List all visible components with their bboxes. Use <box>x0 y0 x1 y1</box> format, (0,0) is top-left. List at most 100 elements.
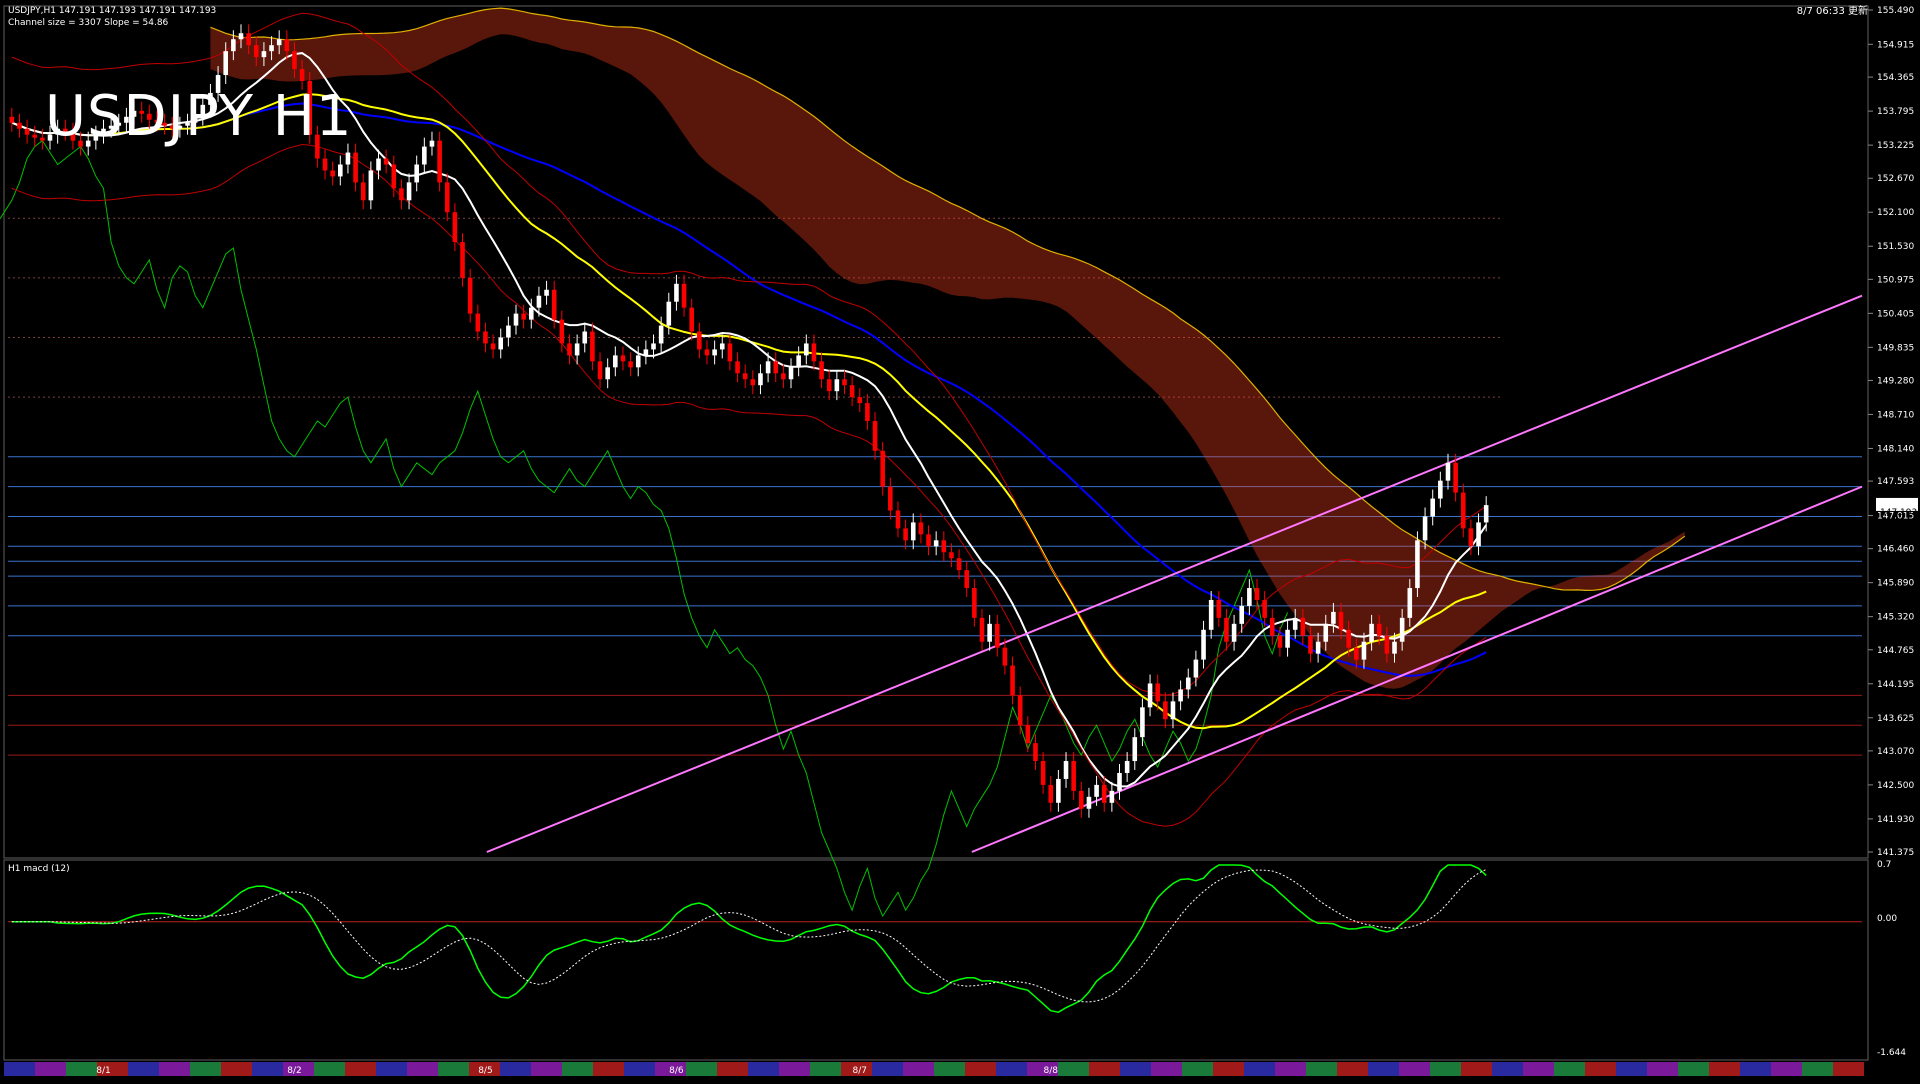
candle-body <box>910 522 916 541</box>
y-tick-label: 154.365 <box>1877 73 1914 83</box>
candle-body <box>651 343 656 350</box>
candle-body <box>605 367 610 380</box>
time-bar-segment <box>717 1062 748 1076</box>
y-tick-label: 144.765 <box>1877 646 1914 656</box>
candle-body <box>834 379 840 392</box>
candle-body <box>1407 588 1413 618</box>
candle-body <box>483 331 488 344</box>
candle-body <box>1323 623 1329 642</box>
candle-body <box>1117 772 1122 791</box>
candle-body <box>376 158 381 171</box>
candle-body <box>681 283 687 308</box>
candle-body <box>719 343 725 350</box>
candle-body <box>1415 540 1420 589</box>
y-tick-label: 153.225 <box>1877 141 1914 151</box>
candle-body <box>765 361 771 374</box>
time-bar-segment <box>1213 1062 1244 1076</box>
time-bar-segment <box>965 1062 996 1076</box>
time-bar-segment <box>1771 1062 1802 1076</box>
candle-body <box>1247 588 1252 606</box>
candle-body <box>460 242 465 278</box>
candle-body <box>414 164 419 183</box>
candle-body <box>338 164 343 177</box>
candle-body <box>1392 641 1397 654</box>
y-tick-label: 151.530 <box>1877 242 1914 252</box>
time-bar-segment <box>1709 1062 1740 1076</box>
time-bar-segment <box>438 1062 469 1076</box>
candle-body <box>1346 629 1351 648</box>
time-bar-segment <box>934 1062 965 1076</box>
candle-body <box>773 361 779 374</box>
candle-body <box>933 540 939 547</box>
x-tick-label: 8/2 <box>287 1066 301 1076</box>
candle-body <box>223 51 229 76</box>
candle-body <box>1132 737 1138 762</box>
channel-info-label: Channel size = 3307 Slope = 54.86 <box>8 18 169 28</box>
candle-body <box>628 361 633 368</box>
candle-body <box>574 343 580 356</box>
candle-body <box>582 331 588 344</box>
time-bar-segment <box>1089 1062 1120 1076</box>
candle-body <box>888 486 893 511</box>
candle-body <box>987 623 992 642</box>
candle-body <box>872 421 878 451</box>
candle-body <box>1140 707 1145 738</box>
time-bar-segment <box>1740 1062 1771 1076</box>
candle-body <box>796 355 801 368</box>
candle-body <box>613 355 618 368</box>
candle-body <box>1033 743 1038 762</box>
candle-body <box>1017 695 1023 726</box>
candle-body <box>322 158 328 171</box>
candle-body <box>842 379 847 386</box>
y-tick-label: 145.320 <box>1877 613 1914 623</box>
candle-body <box>528 307 534 320</box>
candle-body <box>521 313 526 320</box>
time-bar-segment <box>314 1062 345 1076</box>
y-tick-label: 142.500 <box>1877 781 1914 791</box>
candlestick-chart: 155.490 154.915 154.365 153.795 153.225 152.6… <box>0 0 1920 1080</box>
y-tick-label: 155.490 <box>1877 6 1914 16</box>
time-bar-segment <box>1244 1062 1275 1076</box>
candle-body <box>1063 761 1069 779</box>
candle-body <box>276 39 282 46</box>
candle-body <box>674 283 679 302</box>
candle-body <box>788 367 794 380</box>
time-bar-segment <box>1492 1062 1523 1076</box>
big-chart-title: USDJPY H1 <box>45 84 352 149</box>
time-bar-segment <box>66 1062 97 1076</box>
candle-body <box>292 51 297 70</box>
time-bar-segment <box>1368 1062 1399 1076</box>
candle-body <box>1430 498 1435 517</box>
candle-body <box>506 325 511 338</box>
time-bar-segment <box>1182 1062 1213 1076</box>
candle-body <box>1254 588 1260 600</box>
candle-body <box>1056 778 1061 803</box>
candle-body <box>1300 617 1306 636</box>
time-bar-segment <box>128 1062 159 1076</box>
y-tick-label: 154.915 <box>1877 40 1914 50</box>
candle-body <box>1292 617 1298 630</box>
candle-body <box>804 343 809 356</box>
candle-body <box>1109 790 1115 803</box>
candle-body <box>1399 617 1405 642</box>
candle-body <box>444 182 450 213</box>
candle-body <box>1269 617 1275 636</box>
time-bar-segment <box>221 1062 252 1076</box>
time-bar-segment <box>1058 1062 1089 1076</box>
candle-body <box>24 128 30 135</box>
candle-body <box>742 373 748 380</box>
candle-body <box>40 137 45 141</box>
candle-body <box>475 313 481 332</box>
time-bar-segment <box>500 1062 531 1076</box>
y-tick-label: 143.070 <box>1877 747 1914 757</box>
y-tick-label: 145.890 <box>1877 579 1914 589</box>
candle-body <box>1331 611 1336 624</box>
candle-body <box>1201 629 1206 660</box>
x-tick-label: 8/6 <box>669 1066 684 1076</box>
time-bar-segment <box>872 1062 903 1076</box>
candle-body <box>368 170 374 201</box>
candle-body <box>1453 462 1458 493</box>
symbol-label: USDJPY,H1 147.191 147.193 147.191 147.19… <box>8 6 216 16</box>
candle-body <box>269 45 274 52</box>
update-time-label: 8/7 06:33 更新 <box>1797 4 1868 17</box>
